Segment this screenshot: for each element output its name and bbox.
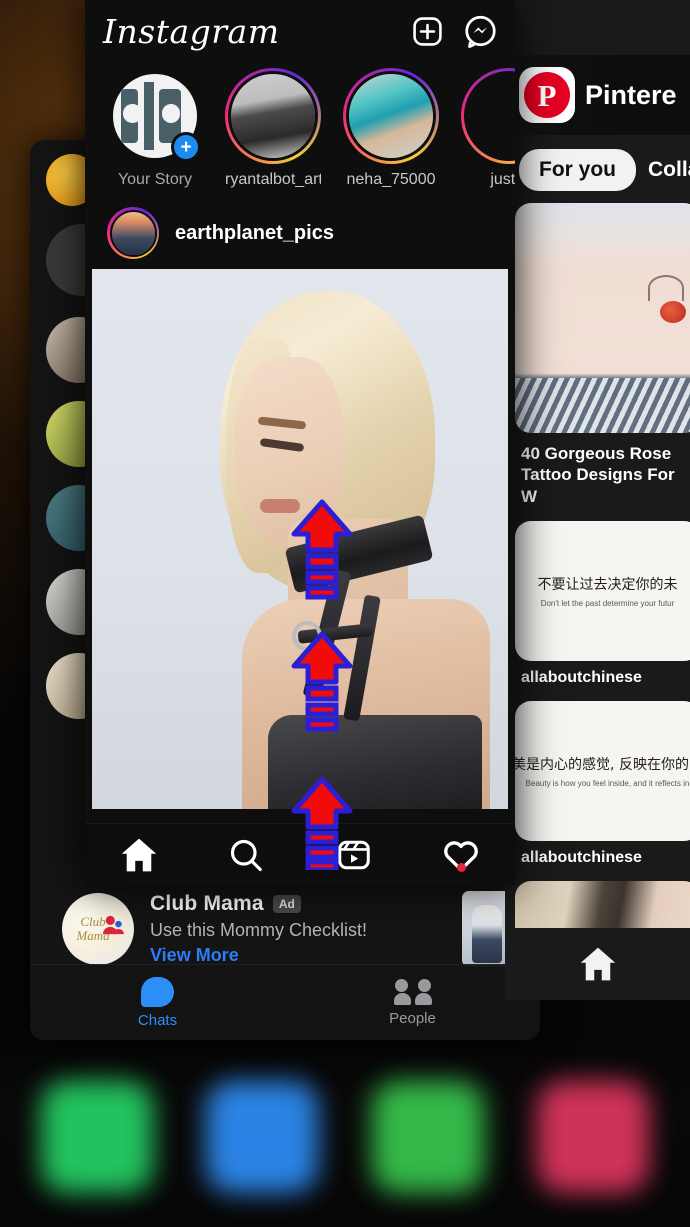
dock-icon-messenger[interactable] [206, 1081, 319, 1193]
pinterest-app-panel[interactable]: P Pintere For you Colla 40 Gorgeous Rose… [505, 0, 690, 1000]
story-ring [225, 68, 321, 164]
pin-card[interactable]: 美是内心的感觉, 反映在你的眼 Beauty is how you feel i… [515, 700, 690, 867]
tab-people[interactable]: People [285, 978, 540, 1027]
pinterest-p-letter: P [524, 72, 570, 118]
avatar [464, 71, 515, 161]
pinterest-feed[interactable]: 40 Gorgeous Rose Tattoo Designs For W 不要… [505, 203, 690, 967]
tab-for-you[interactable]: For you [519, 149, 636, 191]
pin-caption: 40 Gorgeous Rose Tattoo Designs For W [521, 444, 675, 506]
pin-quote-chinese: 不要让过去决定你的未 [537, 576, 678, 593]
story-neha-75000[interactable]: neha_75000 [343, 68, 439, 189]
pin-quote-english: Beauty is how you feel inside, and it re… [525, 778, 690, 788]
pin-card[interactable]: 不要让过去决定你的未 Don't let the past determine … [515, 520, 690, 687]
story-your-story[interactable]: + Your Story [107, 68, 203, 189]
pinterest-tab-row[interactable]: For you Colla [505, 135, 690, 203]
story-label: ryantalbot_art [225, 171, 321, 188]
pinterest-logo-icon: P [519, 67, 575, 123]
pinterest-header: P Pintere [505, 0, 690, 135]
pin-image-rose-tattoo[interactable] [515, 203, 690, 433]
instagram-stories-row[interactable]: + Your Story ryantalbot_art neha_75000 j… [85, 62, 515, 197]
tab-people-label: People [389, 1009, 436, 1027]
ad-brand-name: Club Mama [150, 892, 264, 915]
story-ring[interactable] [107, 207, 159, 259]
dock-icon-whatsapp[interactable] [40, 1081, 153, 1193]
pin-image-chinese-quote[interactable]: 不要让过去决定你的未 Don't let the past determine … [515, 520, 690, 661]
pinterest-title-bar: P Pintere [505, 55, 690, 135]
messenger-icon[interactable] [464, 15, 497, 48]
post-username[interactable]: earthplanet_pics [175, 222, 334, 245]
home-icon[interactable] [578, 946, 618, 982]
pinterest-app-name: Pintere [585, 79, 677, 110]
instagram-header: Instagram [85, 0, 515, 62]
nav-activity[interactable] [408, 837, 516, 873]
pin-quote-chinese: 美是内心的感觉, 反映在你的眼 [515, 756, 690, 773]
tab-chats-label: Chats [137, 1011, 178, 1029]
tab-collages[interactable]: Colla [648, 158, 690, 182]
pin-author[interactable]: allaboutchinese [515, 661, 690, 687]
nav-search[interactable] [193, 837, 301, 873]
story-label: Your Story [117, 171, 193, 188]
story-label: neha_75000 [346, 171, 436, 188]
app-dock [0, 1047, 690, 1227]
new-post-icon[interactable] [411, 15, 444, 48]
avatar [109, 209, 157, 257]
parent-child-icon [103, 915, 124, 935]
tab-chats[interactable]: Chats [30, 976, 285, 1029]
people-icon [393, 978, 432, 1005]
ad-brand-logo: Club Mama [62, 893, 134, 965]
messenger-tab-bar[interactable]: Chats People [30, 964, 540, 1040]
pin-quote-english: Don't let the past determine your futur [540, 598, 675, 608]
story-ring [343, 68, 439, 164]
story-ryantalbot-art[interactable]: ryantalbot_art [225, 68, 321, 189]
rose-tattoo [660, 301, 686, 323]
ad-subtitle: Use this Mommy Checklist! [150, 920, 368, 940]
story-ring: + [107, 68, 203, 164]
dock-icon-instagram[interactable] [537, 1081, 650, 1193]
ad-badge: Ad [272, 895, 301, 913]
home-icon [121, 838, 156, 871]
pin-author[interactable]: allaboutchinese [515, 841, 690, 867]
story-ring [461, 68, 515, 164]
search-icon [231, 839, 263, 871]
instagram-app-window[interactable]: Instagram + Your Story ryantalbot_art ne… [85, 0, 515, 885]
add-story-icon[interactable]: + [171, 132, 201, 162]
avatar [346, 71, 436, 161]
annotation-arrow-up [291, 631, 353, 732]
pin-card[interactable]: 40 Gorgeous Rose Tattoo Designs For W [515, 203, 690, 507]
post-header[interactable]: earthplanet_pics [85, 197, 515, 269]
instagram-logo: Instagram [103, 11, 280, 51]
story-justin[interactable]: justin [461, 68, 515, 189]
pin-image-chinese-quote[interactable]: 美是内心的感觉, 反映在你的眼 Beauty is how you feel i… [515, 700, 690, 841]
chat-bubble-icon [141, 976, 174, 1007]
dock-icon-spotify[interactable] [371, 1081, 484, 1193]
annotation-arrow-up [291, 776, 353, 870]
view-more-link[interactable]: View More [150, 945, 446, 966]
annotation-arrow-up [291, 499, 353, 600]
avatar [228, 71, 318, 161]
tattoo-vine [648, 275, 684, 301]
nav-home[interactable] [85, 837, 193, 873]
pinterest-bottom-nav[interactable] [505, 928, 690, 1000]
story-label: justin [490, 171, 515, 188]
striped-shirt [515, 377, 690, 433]
notification-badge [457, 862, 467, 872]
